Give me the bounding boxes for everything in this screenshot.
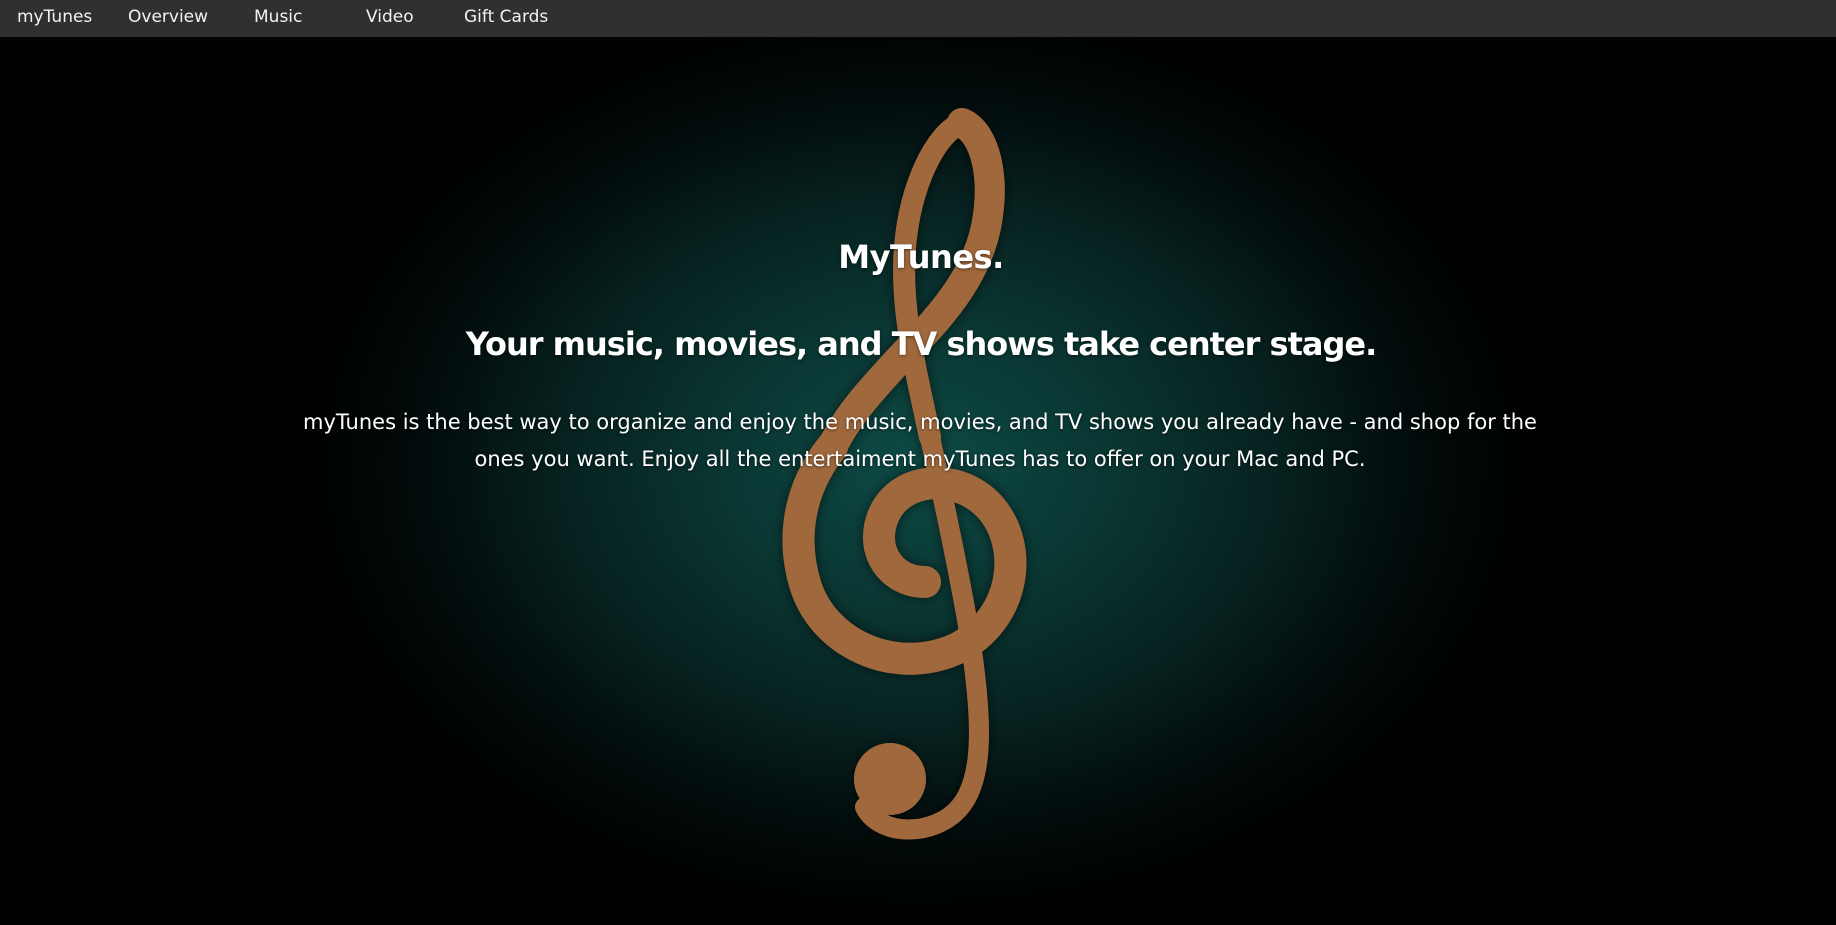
hero-subtitle: Your music, movies, and TV shows take ce… xyxy=(465,325,1377,363)
hero-title: MyTunes. xyxy=(838,238,1004,276)
hero-description: myTunes is the best way to organize and … xyxy=(303,410,1537,471)
top-navbar: myTunes Overview Music Video Gift Cards xyxy=(0,0,1836,37)
nav-link-music[interactable]: Music xyxy=(254,0,302,37)
treble-clef-icon xyxy=(782,108,1027,840)
nav-link-video[interactable]: Video xyxy=(366,0,414,37)
nav-brand-link[interactable]: myTunes xyxy=(17,0,92,37)
hero-section: MyTunes. Your music, movies, and TV show… xyxy=(0,37,1836,925)
nav-link-gift-cards[interactable]: Gift Cards xyxy=(464,0,548,37)
nav-link-overview[interactable]: Overview xyxy=(128,0,208,37)
